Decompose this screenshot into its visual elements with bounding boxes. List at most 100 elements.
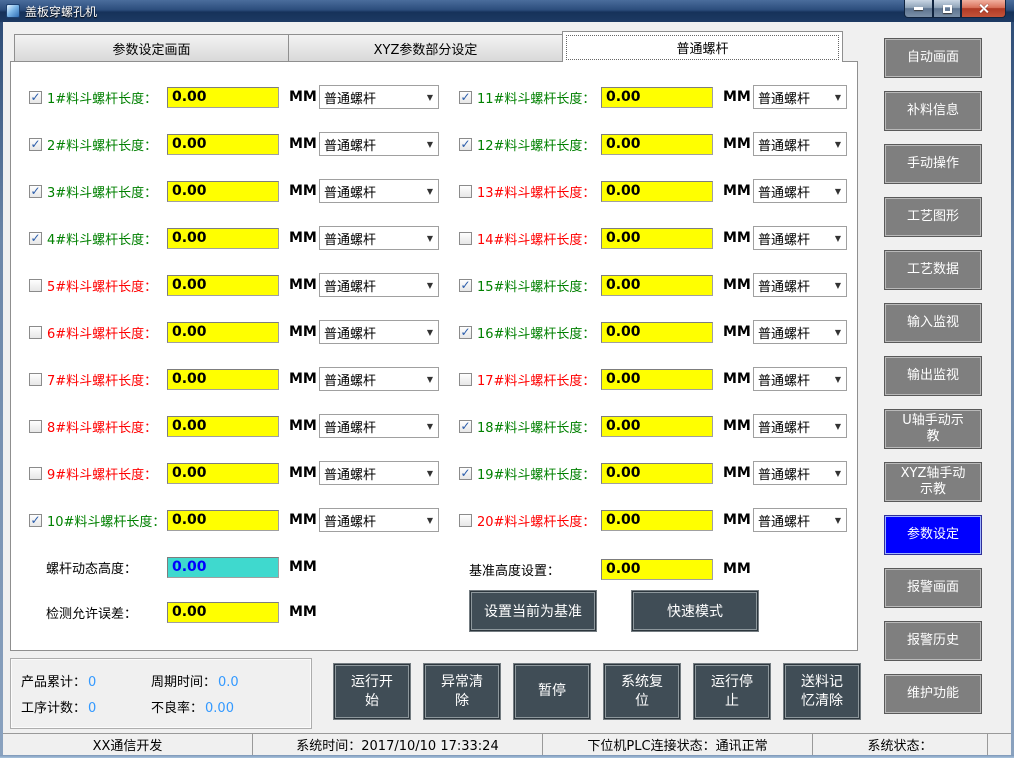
set-current-as-base-button[interactable]: 设置当前为基准 — [469, 590, 597, 632]
hopper-8-length-input[interactable] — [167, 416, 279, 437]
unit-label: MM — [289, 230, 315, 246]
hopper-7-length-input[interactable] — [167, 369, 279, 390]
hopper-8-screw-type-select[interactable]: 普通螺杆▼ — [319, 414, 439, 438]
hopper-14-length-input[interactable] — [601, 228, 713, 249]
hopper-5-screw-type-select[interactable]: 普通螺杆▼ — [319, 273, 439, 297]
hopper-11-screw-type-select[interactable]: 普通螺杆▼ — [753, 85, 847, 109]
hopper-10-enable-checkbox[interactable]: ✓ — [29, 514, 42, 527]
fast-mode-button[interactable]: 快速模式 — [631, 590, 759, 632]
unit-label: MM — [289, 604, 315, 620]
hopper-3-screw-type-select[interactable]: 普通螺杆▼ — [319, 179, 439, 203]
hopper-17-screw-type-select[interactable]: 普通螺杆▼ — [753, 367, 847, 391]
hopper-7-enable-checkbox[interactable] — [29, 373, 42, 386]
hopper-10-length-input[interactable] — [167, 510, 279, 531]
sidebar-item-parameter-setting[interactable]: 参数设定 — [884, 515, 982, 555]
screw-type-value: 普通螺杆 — [320, 229, 425, 248]
hopper-2-label: 2#料斗螺杆长度： — [47, 135, 167, 154]
sidebar-item-process-data[interactable]: 工艺数据 — [884, 250, 982, 290]
hopper-2-enable-checkbox[interactable]: ✓ — [29, 138, 42, 151]
hopper-12-screw-type-select[interactable]: 普通螺杆▼ — [753, 132, 847, 156]
tab-normal-screw[interactable]: 普通螺杆 — [562, 31, 843, 62]
hopper-9-length-input[interactable] — [167, 463, 279, 484]
sidebar-item-process-graphic[interactable]: 工艺图形 — [884, 197, 982, 237]
hopper-8-enable-checkbox[interactable] — [29, 420, 42, 433]
sidebar-item-maintenance[interactable]: 维护功能 — [884, 674, 982, 714]
hopper-17-length-input[interactable] — [601, 369, 713, 390]
hopper-5-enable-checkbox[interactable] — [29, 279, 42, 292]
titlebar[interactable]: 盖板穿螺孔机 — [0, 0, 1014, 22]
hopper-1-enable-checkbox[interactable]: ✓ — [29, 91, 42, 104]
hopper-18-length-input[interactable] — [601, 416, 713, 437]
hopper-8-label: 8#料斗螺杆长度： — [47, 417, 167, 436]
hopper-15-enable-checkbox[interactable]: ✓ — [459, 279, 472, 292]
hopper-20-screw-type-select[interactable]: 普通螺杆▼ — [753, 508, 847, 532]
sidebar-item-refill-info[interactable]: 补料信息 — [884, 91, 982, 131]
hopper-2-screw-type-select[interactable]: 普通螺杆▼ — [319, 132, 439, 156]
hopper-18-enable-checkbox[interactable]: ✓ — [459, 420, 472, 433]
hopper-14-screw-type-select[interactable]: 普通螺杆▼ — [753, 226, 847, 250]
screw-type-value: 普通螺杆 — [754, 464, 833, 483]
run-stop-button[interactable]: 运行停 止 — [693, 663, 771, 720]
hopper-6-screw-type-select[interactable]: 普通螺杆▼ — [319, 320, 439, 344]
hopper-16-length-input[interactable] — [601, 322, 713, 343]
tab-parameter-setting-screen[interactable]: 参数设定画面 — [14, 34, 288, 62]
hopper-9-enable-checkbox[interactable] — [29, 467, 42, 480]
hopper-row: ✓12#料斗螺杆长度：MM普通螺杆▼ — [459, 131, 847, 157]
sidebar-item-output-monitor[interactable]: 输出监视 — [884, 356, 982, 396]
hopper-19-enable-checkbox[interactable]: ✓ — [459, 467, 472, 480]
hopper-1-length-input[interactable] — [167, 87, 279, 108]
hopper-7-screw-type-select[interactable]: 普通螺杆▼ — [319, 367, 439, 391]
hopper-13-length-input[interactable] — [601, 181, 713, 202]
error-clear-button[interactable]: 异常清 除 — [423, 663, 501, 720]
hopper-6-length-input[interactable] — [167, 322, 279, 343]
hopper-4-enable-checkbox[interactable]: ✓ — [29, 232, 42, 245]
hopper-3-enable-checkbox[interactable]: ✓ — [29, 185, 42, 198]
system-reset-button[interactable]: 系统复 位 — [603, 663, 681, 720]
hopper-1-screw-type-select[interactable]: 普通螺杆▼ — [319, 85, 439, 109]
hopper-19-screw-type-select[interactable]: 普通螺杆▼ — [753, 461, 847, 485]
hopper-6-enable-checkbox[interactable] — [29, 326, 42, 339]
hopper-11-length-input[interactable] — [601, 87, 713, 108]
feed-memory-clear-button[interactable]: 送料记 忆清除 — [783, 663, 861, 720]
hopper-13-enable-checkbox[interactable] — [459, 185, 472, 198]
minimize-button[interactable] — [904, 0, 933, 18]
run-start-button[interactable]: 运行开 始 — [333, 663, 411, 720]
hopper-16-screw-type-select[interactable]: 普通螺杆▼ — [753, 320, 847, 344]
window-title: 盖板穿螺孔机 — [25, 3, 97, 20]
base-height-input[interactable] — [601, 559, 713, 580]
hopper-20-enable-checkbox[interactable] — [459, 514, 472, 527]
hopper-3-length-input[interactable] — [167, 181, 279, 202]
hopper-13-screw-type-select[interactable]: 普通螺杆▼ — [753, 179, 847, 203]
hopper-20-length-input[interactable] — [601, 510, 713, 531]
hopper-2-length-input[interactable] — [167, 134, 279, 155]
maximize-button[interactable] — [933, 0, 961, 18]
close-button[interactable] — [961, 0, 1006, 18]
sidebar-item-auto-screen[interactable]: 自动画面 — [884, 38, 982, 78]
dynamic-height-input[interactable] — [167, 557, 279, 578]
sidebar-item-alarm-screen[interactable]: 报警画面 — [884, 568, 982, 608]
hopper-18-screw-type-select[interactable]: 普通螺杆▼ — [753, 414, 847, 438]
hopper-5-length-input[interactable] — [167, 275, 279, 296]
sidebar-item-xyz-axis-teach[interactable]: XYZ轴手动 示教 — [884, 462, 982, 502]
hopper-9-screw-type-select[interactable]: 普通螺杆▼ — [319, 461, 439, 485]
hopper-11-enable-checkbox[interactable]: ✓ — [459, 91, 472, 104]
sidebar-item-manual-operation[interactable]: 手动操作 — [884, 144, 982, 184]
hopper-10-screw-type-select[interactable]: 普通螺杆▼ — [319, 508, 439, 532]
hopper-4-length-input[interactable] — [167, 228, 279, 249]
hopper-16-enable-checkbox[interactable]: ✓ — [459, 326, 472, 339]
hopper-15-length-input[interactable] — [601, 275, 713, 296]
tolerance-input[interactable] — [167, 602, 279, 623]
hopper-19-length-input[interactable] — [601, 463, 713, 484]
hopper-15-label: 15#料斗螺杆长度： — [477, 276, 601, 295]
hopper-14-enable-checkbox[interactable] — [459, 232, 472, 245]
hopper-17-enable-checkbox[interactable] — [459, 373, 472, 386]
hopper-15-screw-type-select[interactable]: 普通螺杆▼ — [753, 273, 847, 297]
pause-button[interactable]: 暂停 — [513, 663, 591, 720]
hopper-12-length-input[interactable] — [601, 134, 713, 155]
sidebar-item-u-axis-teach[interactable]: U轴手动示 教 — [884, 409, 982, 449]
sidebar-item-alarm-history[interactable]: 报警历史 — [884, 621, 982, 661]
hopper-12-enable-checkbox[interactable]: ✓ — [459, 138, 472, 151]
hopper-4-screw-type-select[interactable]: 普通螺杆▼ — [319, 226, 439, 250]
sidebar-item-input-monitor[interactable]: 输入监视 — [884, 303, 982, 343]
tab-xyz-parameter-setting[interactable]: XYZ参数部分设定 — [288, 34, 562, 62]
